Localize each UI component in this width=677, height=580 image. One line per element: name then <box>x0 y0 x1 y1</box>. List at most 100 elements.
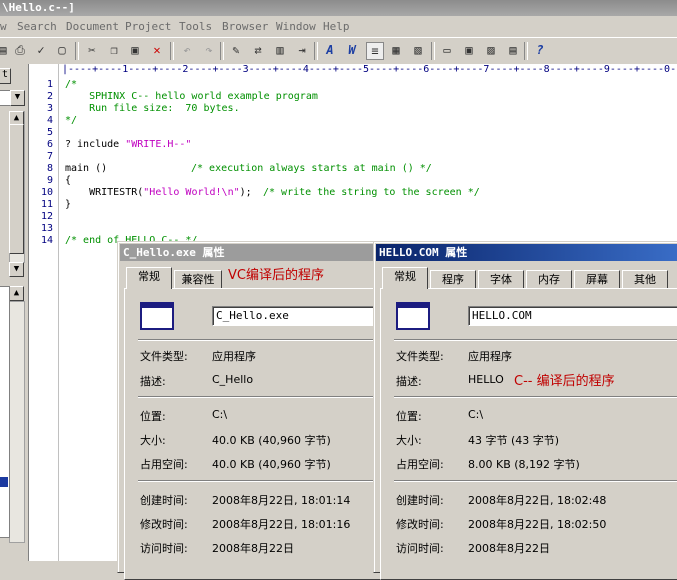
scroll-down-icon[interactable]: ▼ <box>9 262 24 277</box>
size-on-disk-label: 占用空间: <box>140 458 188 471</box>
tab-memory[interactable]: 内存 <box>526 270 572 290</box>
code-line-8-comment: /* execution always starts at main () */ <box>191 163 432 174</box>
size-on-disk-value: 8.00 KB (8,192 字节) <box>468 458 580 471</box>
annotation-vc: VC编译后的程序 <box>228 268 324 283</box>
indent-icon[interactable]: ≡ <box>366 42 384 60</box>
location-label: 位置: <box>140 410 166 423</box>
word-wrap-icon[interactable]: W <box>344 42 360 58</box>
hello-string: "Hello World!\n" <box>143 187 240 198</box>
left-scrollbar-thumb[interactable] <box>9 124 24 254</box>
divider <box>138 396 378 398</box>
help-icon[interactable]: ? <box>532 42 548 58</box>
find-icon[interactable]: ✎ <box>228 42 244 58</box>
view-icon-3[interactable]: ▨ <box>483 42 499 58</box>
replace-icon[interactable]: ⇄ <box>250 42 266 58</box>
code-line-6: ? include "WRITE.H--" <box>65 139 191 150</box>
tab-compatibility[interactable]: 兼容性 <box>174 270 222 290</box>
print-preview-icon[interactable]: ▢ <box>54 42 70 58</box>
menu-item-view[interactable]: w <box>0 20 7 33</box>
line-number: 9 <box>46 175 53 186</box>
toolbar-separator <box>431 42 435 60</box>
menu-item-window[interactable]: Window <box>276 20 316 33</box>
tab-misc[interactable]: 其他 <box>622 270 668 290</box>
line-number: 3 <box>46 103 53 114</box>
call-close: ); <box>239 187 252 198</box>
view-icon-4[interactable]: ▤ <box>505 42 521 58</box>
tab-font[interactable]: 字体 <box>478 270 524 290</box>
tab-general[interactable]: 常规 <box>382 267 428 289</box>
goto-icon[interactable]: ⇥ <box>294 42 310 58</box>
code-line-3: Run file size: 70 bytes. <box>65 103 240 114</box>
redo-icon[interactable]: ↷ <box>201 42 217 58</box>
spellcheck-icon[interactable]: ✓ <box>33 42 49 58</box>
code-line-4: */ <box>65 115 78 126</box>
size-value: 40.0 KB (40,960 字节) <box>212 434 331 447</box>
paste-icon[interactable]: ▣ <box>127 42 143 58</box>
com-file-icon <box>396 302 430 330</box>
tab-program[interactable]: 程序 <box>430 270 476 290</box>
line-number: 12 <box>40 211 53 222</box>
toolbar: ▤ ⎙ ✓ ▢ ✂ ❐ ▣ ✕ ↶ ↷ ✎ ⇄ ▥ ⇥ A W ≡ ▦ ▧ ▭ … <box>0 37 677 64</box>
line-number: 2 <box>46 91 53 102</box>
menu-item-search[interactable]: Search <box>17 20 57 33</box>
size-label: 大小: <box>140 434 166 447</box>
properties-dialog-exe: C_Hello.exe 属性 常规 兼容性 VC编译后的程序 C_Hello.e… <box>117 241 386 580</box>
view-icon-1[interactable]: ▭ <box>439 42 455 58</box>
left-list[interactable] <box>0 286 10 538</box>
properties-icon[interactable]: ▧ <box>410 42 426 58</box>
print-icon[interactable]: ⎙ <box>12 42 28 58</box>
line-number: 6 <box>46 139 53 150</box>
case-icon[interactable]: ▦ <box>388 42 404 58</box>
save-icon[interactable]: ▤ <box>0 42 11 58</box>
accessed-value: 2008年8月22日 <box>468 542 550 555</box>
scroll-up-icon-2[interactable]: ▲ <box>9 286 24 301</box>
description-label: 描述: <box>140 375 166 388</box>
location-value: C:\ <box>212 408 228 421</box>
view-icon-2[interactable]: ▣ <box>461 42 477 58</box>
cut-icon[interactable]: ✂ <box>84 42 100 58</box>
description-value: C_Hello <box>212 373 254 386</box>
tab-screen[interactable]: 屏幕 <box>574 270 620 290</box>
line-number: 13 <box>40 223 53 234</box>
toolbar-separator <box>524 42 528 60</box>
annotation-cmm: C-- 编译后的程序 <box>514 374 615 389</box>
dialog-title-exe[interactable]: C_Hello.exe 属性 <box>120 244 376 261</box>
line-number: 4 <box>46 115 53 126</box>
tab-general[interactable]: 常规 <box>126 267 172 289</box>
editor-titlebar[interactable]: \Hello.c--] <box>0 0 677 16</box>
location-label: 位置: <box>396 410 422 423</box>
code-line-9: { <box>65 175 72 186</box>
size-label: 大小: <box>396 434 422 447</box>
left-panel-tab[interactable]: t <box>0 68 11 84</box>
undo-icon[interactable]: ↶ <box>179 42 195 58</box>
description-label: 描述: <box>396 375 422 388</box>
menu-bar: w Search Document Project Tools Browser … <box>0 17 677 35</box>
created-label: 创建时间: <box>396 494 444 507</box>
line-number: 11 <box>40 199 53 210</box>
line-number: 8 <box>46 163 53 174</box>
combo-dropdown-icon[interactable]: ▼ <box>10 90 25 106</box>
delete-icon[interactable]: ✕ <box>149 42 165 58</box>
size-on-disk-value: 40.0 KB (40,960 字节) <box>212 458 331 471</box>
copy-icon[interactable]: ❐ <box>106 42 122 58</box>
find-in-files-icon[interactable]: ▥ <box>272 42 288 58</box>
font-icon[interactable]: A <box>322 42 338 58</box>
file-type-value: 应用程序 <box>212 350 256 363</box>
divider <box>394 396 677 398</box>
toolbar-separator <box>75 42 79 60</box>
size-value: 43 字节 (43 字节) <box>468 434 560 447</box>
left-scrollbar-track-2[interactable] <box>9 301 25 543</box>
file-type-value: 应用程序 <box>468 350 512 363</box>
accessed-label: 访问时间: <box>396 542 444 555</box>
modified-label: 修改时间: <box>396 518 444 531</box>
menu-item-help[interactable]: Help <box>323 20 350 33</box>
filename-field[interactable]: HELLO.COM <box>468 306 677 326</box>
menu-item-project[interactable]: Project <box>125 20 171 33</box>
location-value: C:\ <box>468 408 484 421</box>
menu-item-document[interactable]: Document <box>66 20 119 33</box>
exe-file-icon <box>140 302 174 330</box>
menu-item-tools[interactable]: Tools <box>179 20 212 33</box>
filename-field[interactable]: C_Hello.exe <box>212 306 382 326</box>
dialog-title-com[interactable]: HELLO.COM 属性 <box>376 244 677 261</box>
menu-item-browser[interactable]: Browser <box>222 20 268 33</box>
